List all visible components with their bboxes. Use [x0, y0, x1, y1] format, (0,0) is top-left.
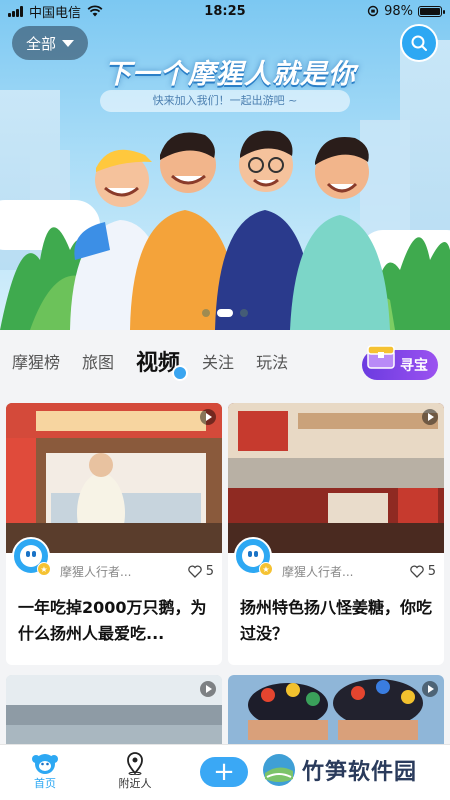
- nav-nearby[interactable]: 附近人: [100, 751, 170, 791]
- group-illustration: [0, 130, 450, 330]
- video-title: 一年吃掉2000万只鹅，为什么扬州人最爱吃...: [18, 598, 207, 643]
- tab-following[interactable]: 关注: [202, 349, 234, 373]
- like-count: 5: [205, 563, 214, 579]
- video-thumbnail: [6, 403, 222, 553]
- bottom-navigation: 首页 附近人 + 竹笋软件园: [0, 744, 450, 800]
- video-card[interactable]: ★ 摩猩人行者... 5 扬州特色扬八怪姜糖，你吃过没？: [228, 403, 444, 665]
- carousel-dot[interactable]: [240, 309, 248, 317]
- search-icon: [411, 35, 427, 51]
- carrier-label: 中国电信: [29, 5, 82, 21]
- tab-travel-photos[interactable]: 旅图: [82, 349, 114, 373]
- tab-ranking[interactable]: 摩猩榜: [12, 349, 60, 373]
- battery-icon: [418, 5, 445, 17]
- carousel-dot[interactable]: [202, 309, 210, 317]
- banner-headline: 下一个摩猩人就是你: [104, 59, 356, 90]
- search-button[interactable]: [400, 24, 438, 62]
- wifi-icon: [87, 5, 103, 17]
- like-count: 5: [427, 563, 436, 579]
- watermark-text: 竹笋软件园: [302, 760, 418, 785]
- watermark-logo: [263, 754, 295, 786]
- video-thumbnail: [228, 403, 444, 553]
- heart-icon: [187, 564, 202, 578]
- home-mascot-icon: [32, 754, 58, 774]
- nav-home[interactable]: 首页: [10, 751, 80, 791]
- play-icon: [200, 681, 216, 697]
- tab-gameplay[interactable]: 玩法: [256, 349, 288, 373]
- play-icon: [422, 409, 438, 425]
- hero-banner[interactable]: 下一个摩猩人就是你 快来加入我们！一起出游吧 ~ 全部: [0, 0, 450, 330]
- like-button[interactable]: 5: [409, 563, 436, 579]
- treasure-hunt-button[interactable]: 寻宝: [362, 345, 438, 380]
- author-name: 摩猩人行者...: [282, 564, 354, 579]
- status-bar: 中国电信 18:25 98%: [0, 0, 450, 22]
- nav-home-label: 首页: [34, 777, 56, 790]
- watermark: 竹笋软件园: [262, 753, 417, 787]
- treasure-chest-icon: [367, 345, 395, 369]
- tab-videos[interactable]: 视频: [136, 345, 189, 381]
- carousel-dot[interactable]: [217, 309, 233, 317]
- carousel-indicator: [0, 309, 450, 317]
- orientation-lock-icon: [367, 5, 379, 17]
- star-badge-icon: ★: [37, 562, 51, 576]
- avatar[interactable]: ★: [12, 537, 51, 576]
- avatar[interactable]: ★: [234, 537, 273, 576]
- add-post-button[interactable]: +: [200, 757, 248, 787]
- caret-down-icon: [62, 39, 74, 47]
- battery-percent: 98%: [384, 3, 413, 19]
- nav-nearby-label: 附近人: [118, 777, 152, 790]
- play-icon: [422, 681, 438, 697]
- location-pin-icon: [127, 752, 143, 775]
- heart-icon: [409, 564, 424, 578]
- treasure-label: 寻宝: [400, 358, 428, 374]
- play-icon: [200, 409, 216, 425]
- filter-label: 全部: [25, 34, 56, 53]
- video-card[interactable]: ★ 摩猩人行者... 5 一年吃掉2000万只鹅，为什么扬州人最爱吃...: [6, 403, 222, 665]
- signal-icon: [8, 5, 23, 17]
- author-name: 摩猩人行者...: [60, 564, 132, 579]
- filter-dropdown[interactable]: 全部: [12, 26, 88, 60]
- like-button[interactable]: 5: [187, 563, 214, 579]
- star-badge-icon: ★: [259, 562, 273, 576]
- video-title: 扬州特色扬八怪姜糖，你吃过没？: [240, 598, 433, 643]
- banner-subline: 快来加入我们！一起出游吧 ~: [100, 90, 350, 112]
